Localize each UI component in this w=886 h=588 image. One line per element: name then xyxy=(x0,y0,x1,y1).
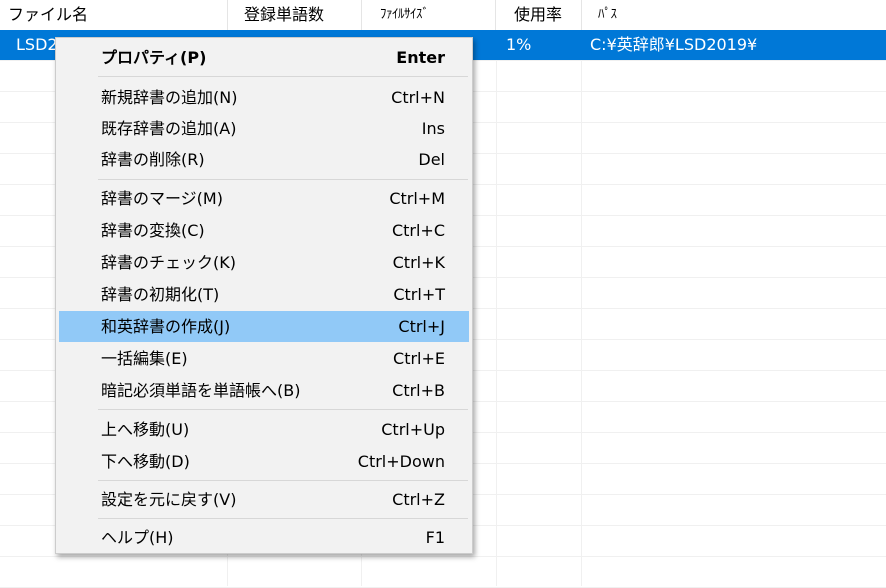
menu-separator xyxy=(98,480,468,481)
table-row-empty xyxy=(0,557,886,588)
menu-item-label: 辞書の削除(R) xyxy=(101,150,205,169)
menu-item-shortcut: F1 xyxy=(425,528,445,547)
column-header-filename[interactable]: ファイル名 xyxy=(0,0,228,30)
column-header-path[interactable]: ﾊﾟｽ xyxy=(582,0,886,30)
menu-item-convert-dictionary[interactable]: 辞書の変換(C) Ctrl+C xyxy=(59,215,469,246)
menu-item-label: 辞書のチェック(K) xyxy=(101,253,236,272)
menu-item-label: 上へ移動(U) xyxy=(101,420,190,439)
menu-item-shortcut: Enter xyxy=(396,48,445,67)
menu-item-label: プロパティ(P) xyxy=(101,48,207,67)
menu-item-shortcut: Ctrl+K xyxy=(392,253,445,272)
menu-separator xyxy=(98,179,468,180)
menu-separator xyxy=(98,409,468,410)
menu-separator xyxy=(98,76,468,77)
menu-item-label: 辞書のマージ(M) xyxy=(101,189,223,208)
menu-item-delete-dictionary[interactable]: 辞書の削除(R) Del xyxy=(59,144,469,175)
menu-item-add-existing-dictionary[interactable]: 既存辞書の追加(A) Ins xyxy=(59,113,469,144)
menu-item-label: 既存辞書の追加(A) xyxy=(101,119,237,138)
menu-item-shortcut: Ctrl+Up xyxy=(381,420,445,439)
menu-item-label: 下へ移動(D) xyxy=(101,452,190,471)
column-header-file-size[interactable]: ﾌｧｲﾙｻｲｽﾞ xyxy=(362,0,496,30)
column-header-word-count[interactable]: 登録単語数 xyxy=(228,0,362,30)
menu-item-move-down[interactable]: 下へ移動(D) Ctrl+Down xyxy=(59,446,469,477)
menu-item-move-up[interactable]: 上へ移動(U) Ctrl+Up xyxy=(59,414,469,445)
menu-item-check-dictionary[interactable]: 辞書のチェック(K) Ctrl+K xyxy=(59,247,469,278)
menu-item-restore-settings[interactable]: 設定を元に戻す(V) Ctrl+Z xyxy=(59,484,469,515)
menu-separator xyxy=(98,518,468,519)
cell-path: C:¥英辞郎¥LSD2019¥ xyxy=(590,35,758,54)
menu-item-create-japanese-english-dictionary[interactable]: 和英辞書の作成(J) Ctrl+J xyxy=(59,311,469,342)
menu-item-shortcut: Ctrl+Down xyxy=(357,452,445,471)
menu-item-add-new-dictionary[interactable]: 新規辞書の追加(N) Ctrl+N xyxy=(59,82,469,113)
menu-item-label: 設定を元に戻す(V) xyxy=(101,490,237,509)
menu-item-properties[interactable]: プロパティ(P) Enter xyxy=(59,42,469,73)
menu-item-shortcut: Ctrl+T xyxy=(393,285,445,304)
menu-item-help[interactable]: ヘルプ(H) F1 xyxy=(59,522,469,553)
menu-item-shortcut: Ctrl+Z xyxy=(392,490,445,509)
menu-item-label: 和英辞書の作成(J) xyxy=(101,317,231,336)
menu-item-merge-dictionary[interactable]: 辞書のマージ(M) Ctrl+M xyxy=(59,183,469,214)
menu-item-label: 辞書の変換(C) xyxy=(101,221,205,240)
menu-item-label: 暗記必須単語を単語帳へ(B) xyxy=(101,381,301,400)
menu-item-initialize-dictionary[interactable]: 辞書の初期化(T) Ctrl+T xyxy=(59,279,469,310)
menu-item-shortcut: Ctrl+J xyxy=(398,317,445,336)
menu-item-shortcut: Ctrl+C xyxy=(391,221,445,240)
menu-item-shortcut: Ctrl+M xyxy=(389,189,445,208)
menu-item-bulk-edit[interactable]: 一括編集(E) Ctrl+E xyxy=(59,343,469,374)
menu-item-shortcut: Ctrl+E xyxy=(393,349,445,368)
list-header: ファイル名 登録単語数 ﾌｧｲﾙｻｲｽﾞ 使用率 ﾊﾟｽ xyxy=(0,0,886,30)
menu-item-label: 新規辞書の追加(N) xyxy=(101,88,238,107)
menu-item-words-to-wordbook[interactable]: 暗記必須単語を単語帳へ(B) Ctrl+B xyxy=(59,375,469,406)
menu-item-shortcut: Ins xyxy=(421,119,445,138)
menu-item-label: ヘルプ(H) xyxy=(101,528,174,547)
menu-item-shortcut: Ctrl+B xyxy=(392,381,445,400)
menu-item-shortcut: Del xyxy=(418,150,445,169)
menu-item-label: 一括編集(E) xyxy=(101,349,188,368)
menu-item-shortcut: Ctrl+N xyxy=(391,88,445,107)
context-menu: プロパティ(P) Enter 新規辞書の追加(N) Ctrl+N 既存辞書の追加… xyxy=(55,37,473,554)
menu-item-label: 辞書の初期化(T) xyxy=(101,285,220,304)
cell-usage: 1% xyxy=(506,35,532,54)
column-header-usage[interactable]: 使用率 xyxy=(496,0,582,30)
